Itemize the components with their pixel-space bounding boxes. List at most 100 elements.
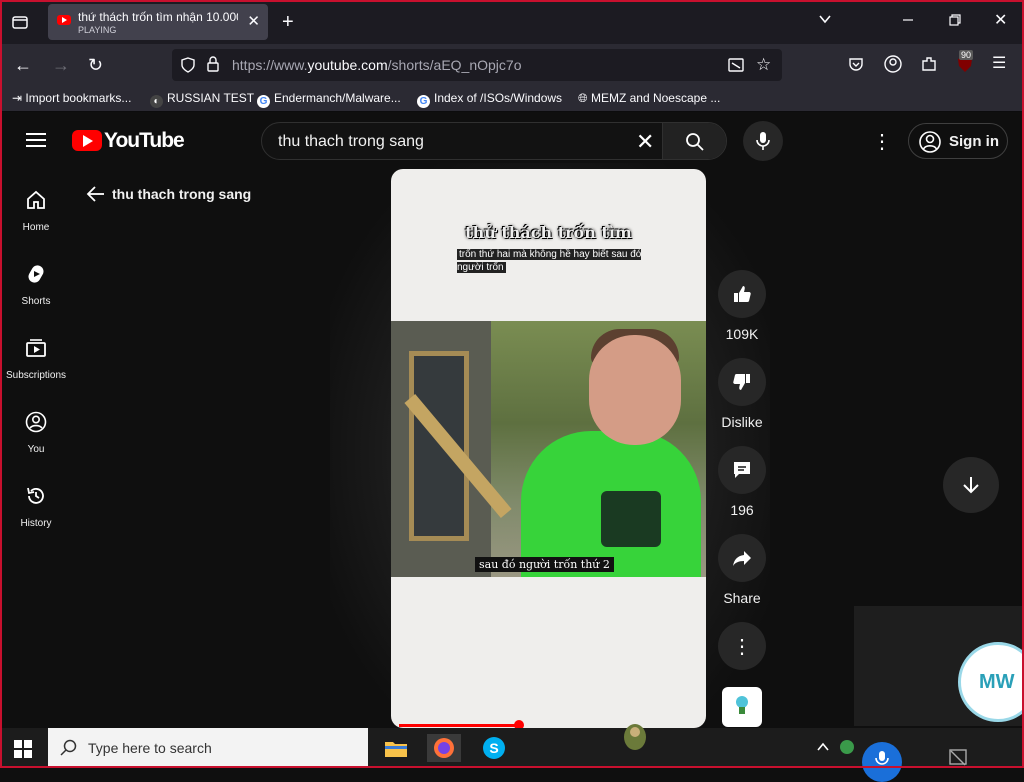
settings-more-icon[interactable]: ⋮ — [872, 129, 892, 154]
guide-menu-icon[interactable] — [26, 133, 46, 147]
bookmark-isos[interactable]: G Index of /ISOs/Windows — [417, 91, 562, 108]
search-box[interactable]: thu thach trong sang ✕ — [261, 122, 727, 160]
microphone-icon — [875, 751, 889, 765]
youtube-logo-text[interactable]: YouTube — [104, 129, 185, 153]
taskbar-search-placeholder: Type here to search — [88, 740, 212, 756]
next-video-button[interactable] — [943, 457, 999, 513]
file-explorer-icon[interactable] — [382, 734, 410, 762]
share-label: Share — [723, 590, 761, 606]
video-frame-image — [391, 321, 706, 577]
bookmarks-bar: ⇥ Import bookmarks... ◐ RUSSIAN TEST G End… — [0, 86, 1024, 112]
taskbar-search-box[interactable]: Type here to search — [48, 728, 368, 768]
search-button[interactable] — [662, 123, 726, 159]
tab-status: PLAYING — [78, 25, 117, 35]
bookmark-label: Endermanch/Malware... — [274, 91, 401, 105]
search-icon — [686, 133, 704, 151]
shield-icon[interactable] — [180, 57, 196, 77]
more-actions-button[interactable]: ⋮ — [718, 622, 766, 670]
skype-icon[interactable]: S — [480, 734, 508, 762]
youtube-page: YouTube thu thach trong sang ✕ ⋮ Sign in… — [0, 113, 1024, 743]
list-all-tabs-icon[interactable] — [818, 12, 832, 30]
address-bar[interactable]: https://www.youtube.com/shorts/aEQ_nOpjc… — [172, 49, 782, 81]
pocket-icon[interactable] — [848, 56, 864, 76]
show-hidden-icons-icon[interactable] — [816, 740, 830, 757]
user-circle-icon — [919, 131, 941, 153]
like-button[interactable]: 109K — [718, 270, 766, 342]
url-domain: youtube.com — [307, 57, 388, 73]
voice-assistant-button[interactable] — [862, 742, 902, 782]
lock-icon[interactable] — [206, 56, 220, 76]
youtube-favicon-icon — [57, 15, 71, 25]
clear-search-icon[interactable]: ✕ — [636, 129, 654, 155]
restore-icon[interactable] — [949, 14, 961, 30]
subscriptions-icon — [26, 339, 46, 357]
subtitle-text: trốn thứ hai mà không hề hay biết sau đó… — [457, 249, 642, 273]
comment-count: 196 — [730, 502, 754, 518]
video-progress-bar[interactable] — [399, 720, 524, 728]
video-subtitle-overlay: trốn thứ hai mà không hề hay biết sau đó… — [457, 248, 657, 274]
extension-badge: 90 — [959, 50, 974, 60]
tab-close-icon[interactable]: ✕ — [247, 12, 260, 30]
shorts-icon — [28, 265, 44, 283]
tab-list-icon[interactable] — [12, 14, 28, 34]
browser-tab-bar: thứ thách trốn tìm nhận 10.000 PLAYING ✕… — [0, 0, 1024, 44]
bookmark-endermanch[interactable]: G Endermanch/Malware... — [257, 91, 401, 108]
tray-app-icon[interactable] — [838, 738, 856, 761]
bookmark-import[interactable]: ⇥ Import bookmarks... — [12, 91, 131, 105]
channel-logo-icon — [736, 696, 748, 714]
account-icon[interactable] — [884, 55, 902, 77]
windows-start-icon[interactable] — [14, 740, 32, 758]
firefox-icon[interactable] — [427, 734, 461, 762]
thumbs-up-icon — [734, 286, 751, 302]
back-icon[interactable]: ← — [14, 56, 32, 74]
thumbs-down-icon — [733, 374, 750, 390]
new-tab-icon[interactable]: + — [282, 12, 294, 32]
close-window-icon[interactable]: ✕ — [994, 13, 1007, 29]
arrow-left-icon — [86, 186, 104, 202]
dislike-button[interactable]: Dislike — [718, 358, 766, 430]
sign-in-label: Sign in — [949, 133, 999, 150]
reload-icon[interactable]: ↻ — [88, 56, 103, 74]
youtube-logo-icon[interactable] — [72, 130, 102, 151]
bookmark-star-icon[interactable]: ☆ — [756, 56, 771, 73]
bookmark-label: MEMZ and Noescape ... — [590, 91, 721, 105]
home-icon — [27, 190, 45, 209]
shorts-video-player[interactable]: thử thách trốn tìm trốn thứ hai mà không… — [391, 169, 706, 728]
channel-avatar[interactable] — [722, 687, 762, 727]
menu-icon[interactable]: ☰ — [992, 56, 1006, 72]
search-input[interactable]: thu thach trong sang — [278, 133, 424, 151]
url-scheme: https://www. — [232, 57, 308, 73]
sticker-icon — [620, 720, 650, 754]
reader-view-icon[interactable] — [728, 57, 744, 77]
sidebar-item-you[interactable]: You — [0, 411, 72, 455]
github-icon: ◐ — [150, 95, 163, 108]
voice-search-button[interactable] — [743, 121, 783, 161]
sign-in-button[interactable]: Sign in — [908, 123, 1008, 159]
extensions-icon[interactable] — [920, 55, 938, 77]
sidebar-item-subscriptions[interactable]: Subscriptions — [0, 337, 72, 381]
forward-icon[interactable]: → — [52, 56, 70, 74]
comments-button[interactable]: 196 — [718, 446, 766, 518]
svg-text:S: S — [489, 740, 498, 756]
sidebar-label: History — [20, 518, 52, 529]
bookmark-russian-test[interactable]: ◐ RUSSIAN TEST — [150, 91, 254, 108]
bookmark-label: Index of /ISOs/Windows — [434, 91, 563, 105]
google-icon: G — [257, 95, 270, 108]
import-icon: ⇥ — [12, 91, 23, 105]
microphone-icon — [756, 132, 770, 150]
sidebar-item-home[interactable]: Home — [0, 189, 72, 233]
video-caption: sau đó người trốn thứ 2 — [475, 557, 614, 572]
sidebar-label: Subscriptions — [5, 370, 67, 381]
notification-muted-icon[interactable] — [948, 748, 968, 773]
more-vertical-icon: ⋮ — [732, 635, 752, 658]
sidebar-item-shorts[interactable]: Shorts — [0, 263, 72, 307]
share-button[interactable]: Share — [718, 534, 766, 606]
sidebar-label: Home — [22, 222, 50, 233]
bookmark-memz[interactable]: 🌐︎ MEMZ and Noescape ... — [578, 91, 720, 106]
minimize-icon[interactable] — [902, 14, 914, 30]
browser-tab[interactable]: thứ thách trốn tìm nhận 10.000 PLAYING ✕ — [48, 4, 268, 40]
sidebar-item-history[interactable]: History — [0, 485, 72, 529]
back-to-search-button[interactable]: thu thach trong sang — [86, 185, 251, 203]
google-icon: G — [417, 95, 430, 108]
dislike-label: Dislike — [721, 414, 763, 430]
